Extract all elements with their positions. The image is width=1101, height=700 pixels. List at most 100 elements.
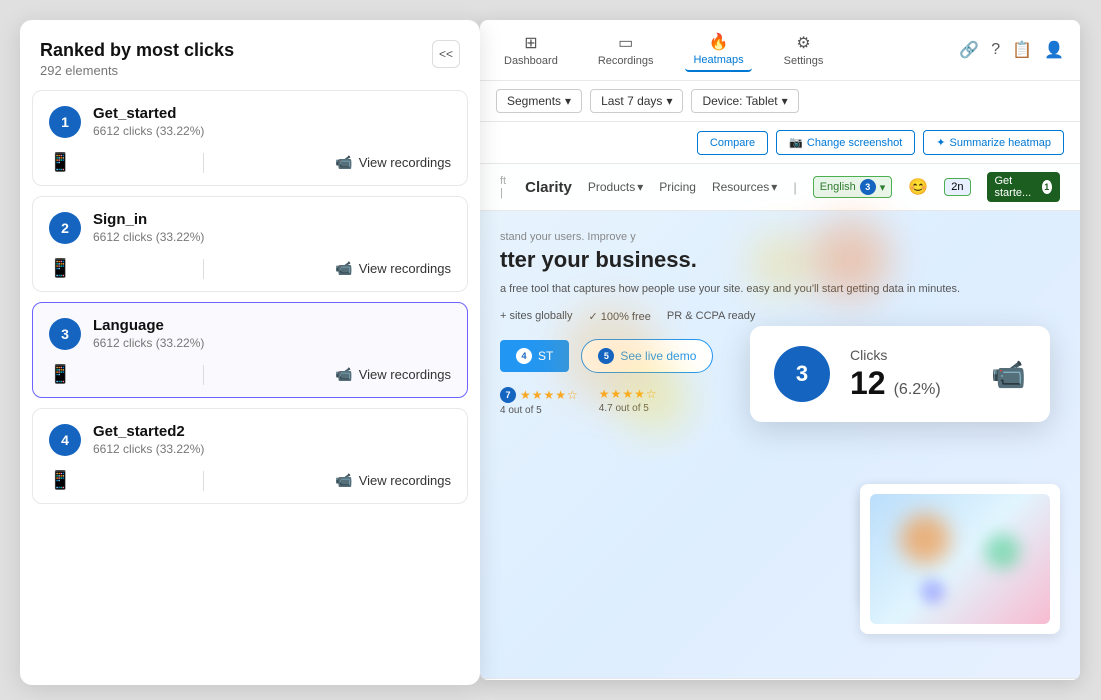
lang-click-count: 3 <box>860 179 876 195</box>
language-badge[interactable]: English 3 ▾ <box>813 176 893 198</box>
tab-settings[interactable]: ⚙ Settings <box>776 29 832 71</box>
website-navbar: ft | Clarity Products ▾ Pricing Resource… <box>480 164 1080 211</box>
divider-4 <box>203 471 204 491</box>
hero-features: + sites globally ✓ 100% free PR & CCPA r… <box>500 310 1060 323</box>
action-bar: Compare 📷 Change screenshot ✦ Summarize … <box>480 122 1080 164</box>
device-filter[interactable]: Device: Tablet ▾ <box>691 89 798 113</box>
sidebar-title-area: Ranked by most clicks 292 elements <box>40 40 234 78</box>
mobile-icon-4[interactable]: 📱 <box>49 470 71 491</box>
rating1-text: 4 out of 5 <box>500 405 579 416</box>
website-brand: Clarity <box>525 179 572 196</box>
chevron-icon-2: ▾ <box>771 180 777 194</box>
cta-badge-count: 1 <box>1042 180 1052 194</box>
mobile-icon-2[interactable]: 📱 <box>49 258 71 279</box>
ai-icon: ✦ <box>936 136 945 149</box>
summarize-heatmap-button[interactable]: ✦ Summarize heatmap <box>923 130 1064 155</box>
compare-button[interactable]: Compare <box>697 131 768 155</box>
item-number-3: 3 <box>49 318 81 350</box>
chevron-down-icon: ▾ <box>782 94 788 108</box>
cta-4-badge: 4 <box>516 348 532 364</box>
preview-heatblob-1 <box>900 514 950 564</box>
clicks-percent: (6.2%) <box>894 381 941 399</box>
item-name-3: Language <box>93 317 451 334</box>
item-clicks-1: 6612 clicks (33.22%) <box>93 124 451 138</box>
hero-description: a free tool that captures how people use… <box>500 281 1060 298</box>
divider-3 <box>203 365 204 385</box>
nav-tabs: ⊞ Dashboard ▭ Recordings 🔥 Heatmaps ⚙ Se… <box>496 28 831 72</box>
user-icon[interactable]: 👤 <box>1044 40 1064 60</box>
item-number-2: 2 <box>49 212 81 244</box>
collapse-button[interactable]: << <box>432 40 460 68</box>
clicks-label: Clicks <box>850 347 971 363</box>
view-recordings-button-3[interactable]: 📹 View recordings <box>335 366 451 383</box>
sidebar-subtitle: 292 elements <box>40 63 234 78</box>
cta-start-button[interactable]: 4 ST <box>500 340 569 372</box>
chevron-icon: ▾ <box>637 180 643 194</box>
list-item-4: 4 Get_started2 6612 clicks (33.22%) 📱 📹 … <box>32 408 468 504</box>
video-icon-1: 📹 <box>335 154 352 171</box>
share-icon[interactable]: 🔗 <box>959 40 979 60</box>
sidebar-header: Ranked by most clicks 292 elements << <box>20 20 480 90</box>
hero-intro-text: stand your users. Improve y <box>500 231 1060 243</box>
view-recordings-button-2[interactable]: 📹 View recordings <box>335 260 451 277</box>
products-nav[interactable]: Products ▾ <box>588 180 643 194</box>
dashboard-icon: ⊞ <box>524 33 537 53</box>
segments-filter[interactable]: Segments ▾ <box>496 89 582 113</box>
item-clicks-2: 6612 clicks (33.22%) <box>93 230 451 244</box>
filter-bar: Segments ▾ Last 7 days ▾ Device: Tablet … <box>480 81 1080 122</box>
tab-dashboard[interactable]: ⊞ Dashboard <box>496 29 566 71</box>
rating1-badge: 7 <box>500 387 516 403</box>
list-item-top-3: 3 Language 6612 clicks (33.22%) <box>33 303 467 358</box>
cta-nav-badge[interactable]: Get starte... 1 <box>987 172 1061 202</box>
cta-5-badge: 5 <box>598 348 614 364</box>
nav-right-icons: 🔗 ? 📋 👤 <box>959 40 1064 60</box>
stars-2: ★★★★☆ <box>599 387 658 401</box>
chevron-down-icon: ▾ <box>666 94 672 108</box>
clicks-content: Clicks 12 (6.2%) <box>850 347 971 402</box>
divider-2 <box>203 259 204 279</box>
list-item-bottom-2: 📱 📹 View recordings <box>33 252 467 291</box>
item-clicks-3: 6612 clicks (33.22%) <box>93 336 451 350</box>
cta-demo-button[interactable]: 5 See live demo <box>581 339 713 373</box>
list-item-3: 3 Language 6612 clicks (33.22%) 📱 📹 View… <box>32 302 468 398</box>
item-name-2: Sign_in <box>93 211 451 228</box>
item-number-4: 4 <box>49 424 81 456</box>
clicks-value-row: 12 (6.2%) <box>850 365 971 402</box>
heatmap-preview-card <box>870 494 1050 624</box>
view-recordings-button-1[interactable]: 📹 View recordings <box>335 154 451 171</box>
divider-1 <box>203 153 204 173</box>
change-screenshot-button[interactable]: 📷 Change screenshot <box>776 130 915 155</box>
video-icon-4: 📹 <box>335 472 352 489</box>
heatmaps-icon: 🔥 <box>709 32 729 52</box>
settings-icon: ⚙ <box>796 33 810 53</box>
help-icon[interactable]: ? <box>991 41 1000 59</box>
docs-icon[interactable]: 📋 <box>1012 40 1032 60</box>
item-number-1: 1 <box>49 106 81 138</box>
sidebar-list: 1 Get_started 6612 clicks (33.22%) 📱 📹 V… <box>20 90 480 675</box>
browser-toolbar: ⊞ Dashboard ▭ Recordings 🔥 Heatmaps ⚙ Se… <box>480 20 1080 81</box>
website-preview: ft | Clarity Products ▾ Pricing Resource… <box>480 164 1080 680</box>
rating-2: ★★★★☆ 4.7 out of 5 <box>599 387 658 416</box>
list-item-2: 2 Sign_in 6612 clicks (33.22%) 📱 📹 View … <box>32 196 468 292</box>
video-camera-icon[interactable]: 📹 <box>991 358 1026 391</box>
get-started-nav[interactable]: 2n <box>944 178 970 196</box>
item-info-4: Get_started2 6612 clicks (33.22%) <box>93 423 451 456</box>
dashboard-preview-area <box>830 454 1080 654</box>
camera-icon: 📷 <box>789 136 803 149</box>
date-filter[interactable]: Last 7 days ▾ <box>590 89 683 113</box>
tab-recordings[interactable]: ▭ Recordings <box>590 29 662 71</box>
rating2-text: 4.7 out of 5 <box>599 403 658 414</box>
item-info-2: Sign_in 6612 clicks (33.22%) <box>93 211 451 244</box>
mobile-icon-1[interactable]: 📱 <box>49 152 71 173</box>
resources-nav[interactable]: Resources ▾ <box>712 180 777 194</box>
chevron-lang-icon: ▾ <box>880 181 886 194</box>
view-recordings-button-4[interactable]: 📹 View recordings <box>335 472 451 489</box>
tab-heatmaps[interactable]: 🔥 Heatmaps <box>685 28 751 72</box>
pricing-nav[interactable]: Pricing <box>659 180 696 194</box>
clicks-number-circle: 3 <box>774 346 830 402</box>
clicks-card: 3 Clicks 12 (6.2%) 📹 <box>750 326 1050 422</box>
list-item: 1 Get_started 6612 clicks (33.22%) 📱 📹 V… <box>32 90 468 186</box>
list-item-bottom-4: 📱 📹 View recordings <box>33 464 467 503</box>
mobile-icon-3[interactable]: 📱 <box>49 364 71 385</box>
sidebar-panel: Ranked by most clicks 292 elements << 1 … <box>20 20 480 685</box>
